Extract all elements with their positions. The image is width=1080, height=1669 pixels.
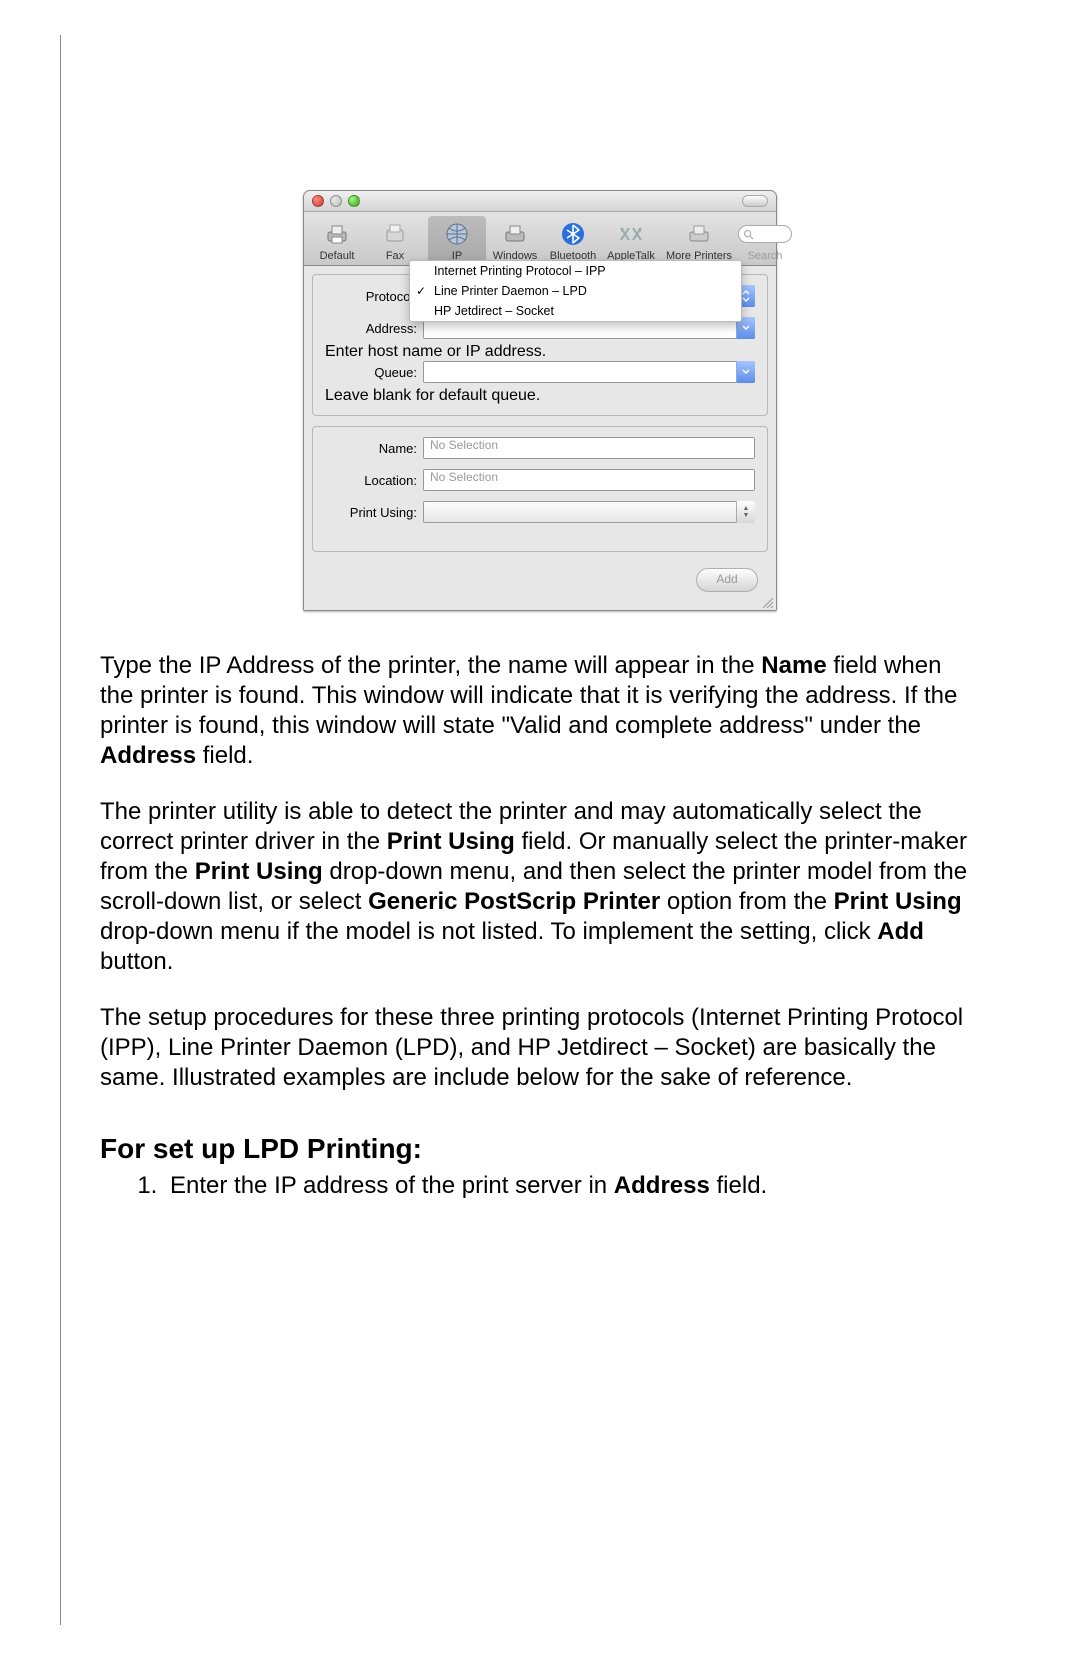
lpd-steps-list: Enter the IP address of the print server… — [100, 1171, 980, 1201]
toolbar-search[interactable]: Search — [738, 216, 792, 265]
printer-icon — [308, 220, 366, 248]
chevron-up-icon: ▲ — [743, 505, 750, 512]
lpd-step-1: Enter the IP address of the print server… — [164, 1171, 980, 1201]
document-body: Type the IP Address of the printer, the … — [100, 651, 980, 1093]
bold-generic-postscrip: Generic PostScrip Printer — [368, 888, 660, 915]
toolbar-default[interactable]: Default — [308, 216, 366, 265]
toolbar-fax[interactable]: Fax — [366, 216, 424, 265]
location-label: Location: — [325, 473, 423, 488]
close-icon[interactable] — [312, 195, 324, 207]
bold-print-using: Print Using — [387, 828, 515, 855]
print-using-label: Print Using: — [325, 505, 423, 520]
queue-input[interactable] — [423, 361, 755, 383]
zoom-icon[interactable] — [348, 195, 360, 207]
chevron-down-icon: ▼ — [743, 512, 750, 519]
toolbar-bluetooth[interactable]: Bluetooth — [544, 216, 602, 265]
bold-address: Address — [100, 742, 196, 769]
search-input[interactable] — [738, 225, 792, 243]
chevron-down-icon — [742, 369, 750, 375]
search-icon — [743, 229, 754, 240]
more-printers-icon — [660, 220, 738, 248]
protocol-option-ipp[interactable]: Internet Printing Protocol – IPP — [410, 261, 741, 281]
bold-name: Name — [761, 652, 826, 679]
add-button[interactable]: Add — [696, 568, 758, 592]
heading-lpd: For set up LPD Printing: — [100, 1133, 980, 1165]
bold-print-using: Print Using — [195, 858, 323, 885]
window-titlebar — [304, 191, 776, 212]
toolbar-ip[interactable]: IP — [428, 216, 486, 265]
paragraph-2: The printer utility is able to detect th… — [100, 797, 980, 977]
appletalk-icon — [602, 220, 660, 248]
printer-browser-toolbar: Default Fax IP Windows — [304, 212, 776, 266]
details-panel: Name: No Selection Location: No Selectio… — [312, 426, 768, 552]
toolbar-appletalk[interactable]: AppleTalk — [602, 216, 660, 265]
protocol-option-socket[interactable]: HP Jetdirect – Socket — [410, 301, 741, 321]
toolbar-toggle-icon[interactable] — [742, 195, 768, 207]
protocol-option-ipp-label: Internet Printing Protocol – IPP — [434, 264, 606, 278]
address-label: Address: — [325, 321, 423, 336]
protocol-option-lpd[interactable]: ✓ Line Printer Daemon – LPD — [410, 281, 741, 301]
address-hint: Enter host name or IP address. — [325, 343, 755, 361]
toolbar-windows[interactable]: Windows — [486, 216, 544, 265]
bluetooth-icon — [544, 220, 602, 248]
queue-hint: Leave blank for default queue. — [325, 387, 755, 405]
toolbar-more-printers[interactable]: More Printers — [660, 216, 738, 265]
protocol-option-lpd-label: Line Printer Daemon – LPD — [434, 284, 587, 298]
protocol-dropdown-menu[interactable]: Internet Printing Protocol – IPP ✓ Line … — [409, 260, 742, 322]
toolbar-default-label: Default — [308, 250, 366, 262]
fax-icon — [366, 220, 424, 248]
toolbar-search-label: Search — [738, 250, 792, 262]
globe-icon — [428, 220, 486, 248]
chevron-down-icon — [742, 325, 750, 331]
resize-grip-icon[interactable] — [761, 595, 773, 607]
paragraph-1: Type the IP Address of the printer, the … — [100, 651, 980, 771]
print-using-select-button[interactable]: ▲ ▼ — [736, 501, 755, 523]
print-using-select[interactable] — [423, 501, 755, 523]
windows-printer-icon — [486, 220, 544, 248]
bold-address: Address — [614, 1172, 710, 1199]
protocol-option-socket-label: HP Jetdirect – Socket — [434, 304, 554, 318]
queue-history-button[interactable] — [736, 361, 755, 383]
add-printer-window: Default Fax IP Windows — [303, 190, 777, 611]
name-input[interactable]: No Selection — [423, 437, 755, 459]
bold-add: Add — [877, 918, 924, 945]
minimize-icon[interactable] — [330, 195, 342, 207]
location-input[interactable]: No Selection — [423, 469, 755, 491]
paragraph-3: The setup procedures for these three pri… — [100, 1003, 980, 1093]
name-label: Name: — [325, 441, 423, 456]
queue-label: Queue: — [325, 365, 423, 380]
chevron-updown-icon — [741, 289, 751, 303]
bold-print-using: Print Using — [834, 888, 962, 915]
page-margin-line — [60, 35, 61, 1625]
checkmark-icon: ✓ — [416, 284, 426, 298]
